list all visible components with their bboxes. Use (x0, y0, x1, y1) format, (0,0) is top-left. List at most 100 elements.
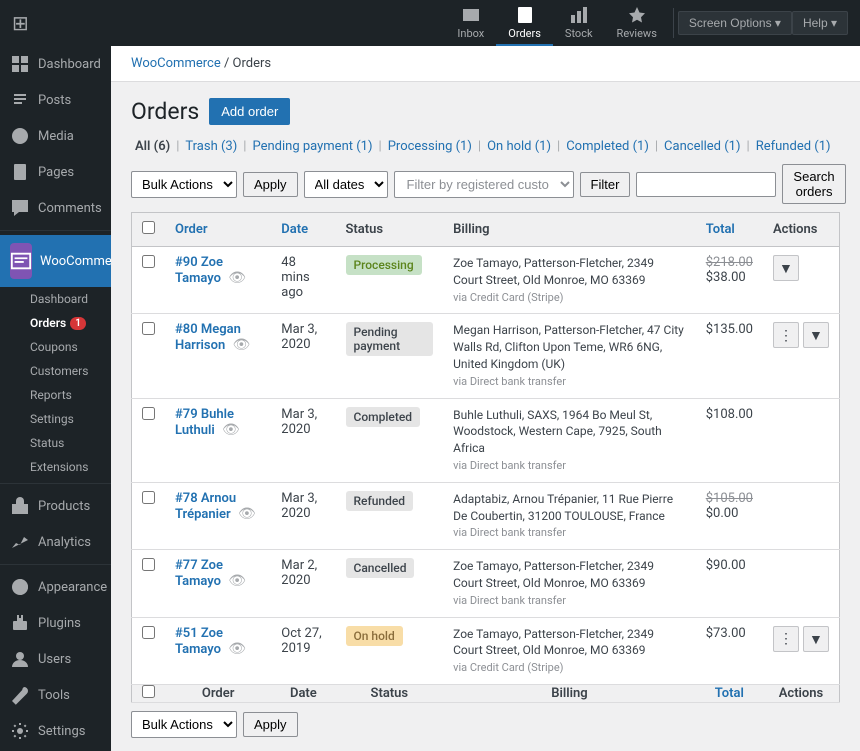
inbox-nav[interactable]: Inbox (445, 1, 496, 46)
col-total-footer[interactable]: Total (696, 684, 763, 702)
tab-trash[interactable]: Trash (3) (181, 137, 241, 156)
col-date[interactable]: Date (271, 213, 335, 247)
sidebar-sub-woo-dashboard[interactable]: Dashboard (0, 287, 111, 311)
help-button[interactable]: Help ▾ (792, 11, 848, 35)
sidebar-sub-coupons[interactable]: Coupons (0, 335, 111, 359)
sidebar-sub-status[interactable]: Status (0, 431, 111, 455)
sidebar-item-dashboard[interactable]: Dashboard (0, 46, 111, 82)
row-checkbox[interactable] (142, 626, 155, 639)
sidebar-sub-orders[interactable]: Orders 1 (0, 311, 111, 335)
eye-icon[interactable]: 👁 (228, 573, 246, 589)
sidebar-item-products[interactable]: Products (0, 488, 111, 524)
col-order-footer[interactable]: Order (165, 684, 271, 702)
eye-icon[interactable]: 👁 (238, 506, 256, 522)
reviews-nav[interactable]: Reviews (605, 1, 669, 46)
sidebar-sub-settings[interactable]: Settings (0, 407, 111, 431)
orders-nav[interactable]: Orders (496, 1, 553, 46)
sidebar-item-pages[interactable]: Pages (0, 154, 111, 190)
order-link[interactable]: #78 Arnou Trépanier (175, 491, 236, 522)
tab-pending[interactable]: Pending payment (1) (248, 137, 376, 156)
expand-action-button[interactable]: ⋮ (773, 322, 799, 348)
row-actions (763, 398, 840, 482)
sidebar-item-analytics[interactable]: Analytics (0, 524, 111, 560)
eye-icon[interactable]: 👁 (228, 270, 246, 286)
eye-icon[interactable]: 👁 (232, 337, 250, 353)
order-link[interactable]: #77 Zoe Tamayo (175, 558, 223, 589)
sidebar-item-tools[interactable]: Tools (0, 677, 111, 713)
col-billing-footer: Billing (443, 684, 696, 702)
stock-nav[interactable]: Stock (553, 1, 605, 46)
row-checkbox[interactable] (142, 322, 155, 335)
total-main: $0.00 (706, 506, 753, 521)
col-actions: Actions (763, 213, 840, 247)
breadcrumb: WooCommerce / Orders (111, 46, 860, 82)
col-order[interactable]: Order (165, 213, 271, 247)
bottom-bulk-row: Bulk Actions Apply (131, 711, 840, 738)
eye-icon[interactable]: 👁 (228, 641, 246, 657)
billing-via: via Direct bank transfer (453, 375, 566, 388)
order-total: $135.00 (696, 314, 763, 398)
expand-action-button[interactable]: ⋮ (773, 626, 799, 652)
col-total[interactable]: Total (696, 213, 763, 247)
col-date-footer[interactable]: Date (271, 684, 335, 702)
row-checkbox[interactable] (142, 558, 155, 571)
tab-on-hold[interactable]: On hold (1) (483, 137, 555, 156)
date-filter-select[interactable]: All dates (304, 171, 388, 198)
search-orders-button[interactable]: Search orders (782, 164, 845, 204)
woocommerce-icon (10, 243, 32, 279)
filter-button[interactable]: Filter (580, 172, 631, 197)
total-strikethrough: $218.00 (706, 255, 753, 270)
row-checkbox[interactable] (142, 407, 155, 420)
status-badge: Cancelled (346, 558, 415, 578)
sidebar-sub-reports[interactable]: Reports (0, 383, 111, 407)
order-link[interactable]: #80 Megan Harrison (175, 322, 241, 353)
tab-all[interactable]: All (6) (131, 137, 174, 156)
apply-button-bottom[interactable]: Apply (243, 712, 298, 737)
sidebar-sub-customers[interactable]: Customers (0, 359, 111, 383)
view-action-button[interactable]: ▼ (803, 322, 829, 348)
screen-options-button[interactable]: Screen Options ▾ (678, 11, 792, 35)
billing-info: Zoe Tamayo, Patterson-Fletcher, 2349 Cou… (453, 626, 686, 676)
add-order-button[interactable]: Add order (209, 98, 290, 125)
row-actions (763, 482, 840, 549)
order-link[interactable]: #90 Zoe Tamayo (175, 255, 223, 286)
action-icons: ⋮▼ (773, 626, 829, 652)
row-checkbox[interactable] (142, 491, 155, 504)
table-row: #79 Buhle Luthuli 👁Mar 3, 2020CompletedB… (132, 398, 840, 482)
tab-completed[interactable]: Completed (1) (562, 137, 653, 156)
bulk-action-select-top[interactable]: Bulk Actions (131, 171, 237, 198)
view-action-button[interactable]: ▼ (773, 255, 799, 281)
tab-cancelled[interactable]: Cancelled (1) (660, 137, 744, 156)
view-action-button[interactable]: ▼ (803, 626, 829, 652)
customer-filter-select[interactable]: Filter by registered customer (394, 171, 574, 198)
sidebar-item-plugins[interactable]: Plugins (0, 605, 111, 641)
select-all-checkbox[interactable] (142, 221, 155, 234)
table-row: #80 Megan Harrison 👁Mar 3, 2020Pending p… (132, 314, 840, 398)
page-title-row: Orders Add order (131, 98, 840, 125)
tab-refunded[interactable]: Refunded (1) (752, 137, 835, 156)
select-all-checkbox-footer[interactable] (142, 685, 155, 698)
sidebar-item-settings[interactable]: Settings (0, 713, 111, 749)
sidebar-item-woocommerce[interactable]: WooCommerce (0, 235, 111, 287)
tab-processing[interactable]: Processing (1) (384, 137, 476, 156)
search-input[interactable] (636, 172, 776, 197)
bulk-action-select-bottom[interactable]: Bulk Actions (131, 711, 237, 738)
apply-button-top[interactable]: Apply (243, 172, 298, 197)
sidebar-item-posts[interactable]: Posts (0, 82, 111, 118)
top-bulk-row: Bulk Actions Apply All dates Filter by r… (131, 164, 840, 204)
sidebar-item-comments[interactable]: Comments (0, 190, 111, 226)
order-link[interactable]: #51 Zoe Tamayo (175, 626, 223, 657)
eye-icon[interactable]: 👁 (222, 422, 240, 438)
breadcrumb-parent[interactable]: WooCommerce (131, 56, 221, 71)
billing-via: via Credit Card (Stripe) (453, 661, 563, 674)
row-checkbox[interactable] (142, 255, 155, 268)
sidebar-item-users[interactable]: Users (0, 641, 111, 677)
status-badge: On hold (346, 626, 403, 646)
table-footer-row: Order Date Status Billing Total Actions (132, 684, 840, 702)
col-status-footer: Status (336, 684, 444, 702)
sidebar-item-media[interactable]: Media (0, 118, 111, 154)
billing-info: Zoe Tamayo, Patterson-Fletcher, 2349 Cou… (453, 255, 686, 305)
sidebar-sub-extensions[interactable]: Extensions (0, 455, 111, 479)
action-icons: ⋮▼ (773, 322, 829, 348)
sidebar-item-appearance[interactable]: Appearance (0, 569, 111, 605)
